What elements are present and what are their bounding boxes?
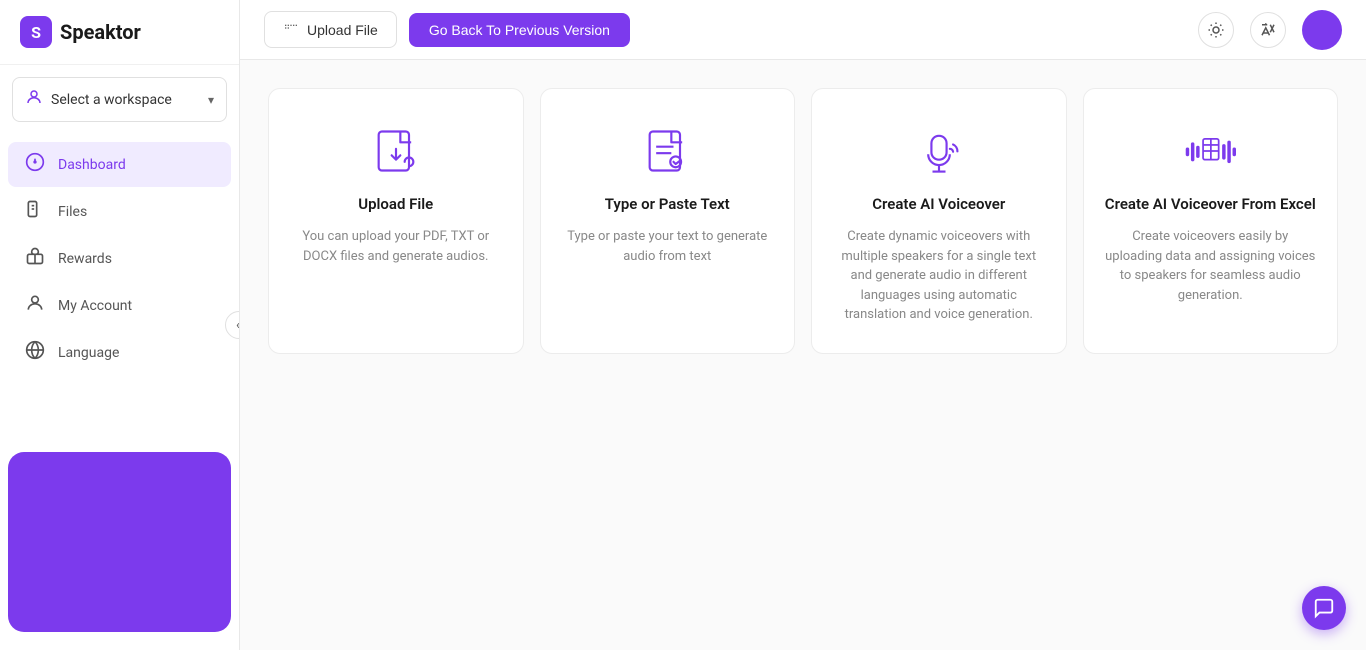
header-icons	[1198, 10, 1342, 50]
rewards-icon	[24, 246, 46, 271]
card-title: Create AI Voiceover From Excel	[1105, 195, 1316, 213]
upload-file-card[interactable]: Upload File You can upload your PDF, TXT…	[268, 88, 524, 354]
sidebar-item-label: Files	[58, 204, 87, 220]
sidebar-item-files[interactable]: Files	[8, 189, 231, 234]
type-paste-card[interactable]: Type or Paste Text Type or paste your te…	[540, 88, 796, 354]
sidebar-item-dashboard[interactable]: Dashboard	[8, 142, 231, 187]
sidebar: S Speaktor Select a workspace ▾ Dashboar…	[0, 0, 240, 650]
feature-cards-row: Upload File You can upload your PDF, TXT…	[268, 88, 1338, 354]
dashboard-icon	[24, 152, 46, 177]
card-description: Create dynamic voiceovers with multiple …	[832, 227, 1046, 325]
ai-voiceover-icon	[913, 121, 965, 181]
dashboard-content: Upload File You can upload your PDF, TXT…	[240, 60, 1366, 650]
upload-file-button[interactable]: Upload File	[264, 11, 397, 48]
workspace-label: Select a workspace	[51, 92, 200, 108]
sidebar-item-label: Dashboard	[58, 157, 126, 173]
language-icon	[24, 340, 46, 365]
sidebar-promo-card	[8, 452, 231, 632]
card-description: Type or paste your text to generate audi…	[561, 227, 775, 266]
type-paste-icon	[641, 121, 693, 181]
chevron-down-icon: ▾	[208, 93, 214, 107]
excel-voiceover-icon	[1184, 121, 1236, 181]
sidebar-item-label: Language	[58, 345, 119, 361]
upload-button-label: Upload File	[307, 22, 378, 38]
main-content: Upload File Go Back To Previous Version	[240, 0, 1366, 650]
version-button[interactable]: Go Back To Previous Version	[409, 13, 630, 47]
upload-file-icon	[370, 121, 422, 181]
translate-button[interactable]	[1250, 12, 1286, 48]
excel-voiceover-card[interactable]: Create AI Voiceover From Excel Create vo…	[1083, 88, 1339, 354]
card-title: Create AI Voiceover	[872, 195, 1005, 213]
files-icon	[24, 199, 46, 224]
theme-toggle-button[interactable]	[1198, 12, 1234, 48]
sidebar-item-account[interactable]: My Account	[8, 283, 231, 328]
ai-voiceover-card[interactable]: Create AI Voiceover Create dynamic voice…	[811, 88, 1067, 354]
sidebar-nav: Dashboard Files Rewards	[0, 134, 239, 383]
card-title: Upload File	[358, 195, 433, 213]
logo-icon: S	[20, 16, 52, 48]
chat-bubble-button[interactable]	[1302, 586, 1346, 630]
card-title: Type or Paste Text	[605, 195, 730, 213]
sidebar-item-label: Rewards	[58, 251, 112, 267]
logo-area: S Speaktor	[0, 0, 239, 65]
sidebar-item-rewards[interactable]: Rewards	[8, 236, 231, 281]
header: Upload File Go Back To Previous Version	[240, 0, 1366, 60]
card-description: You can upload your PDF, TXT or DOCX fil…	[289, 227, 503, 266]
card-description: Create voiceovers easily by uploading da…	[1104, 227, 1318, 305]
workspace-selector[interactable]: Select a workspace ▾	[12, 77, 227, 122]
account-icon	[24, 293, 46, 318]
workspace-icon	[25, 88, 43, 111]
sidebar-item-language[interactable]: Language	[8, 330, 231, 375]
app-name: Speaktor	[60, 20, 141, 44]
user-avatar[interactable]	[1302, 10, 1342, 50]
upload-icon	[283, 20, 299, 39]
sidebar-item-label: My Account	[58, 298, 132, 314]
